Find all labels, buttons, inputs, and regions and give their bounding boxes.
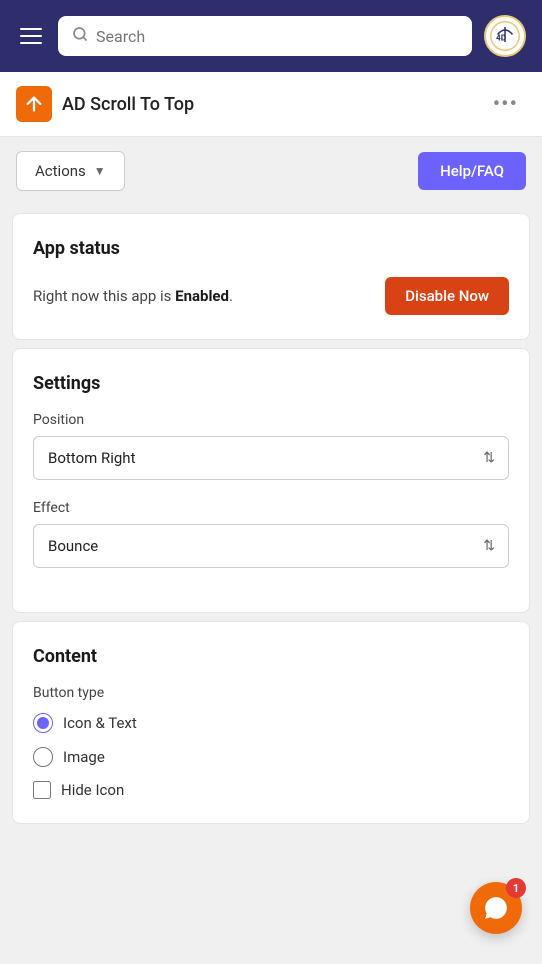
avatar[interactable]: 4D [484, 15, 526, 57]
hide-icon-checkbox[interactable] [33, 781, 51, 799]
content-card: Content Button type Icon & Text Image Hi… [12, 621, 530, 824]
app-title-text: AD Scroll To Top [62, 94, 194, 115]
status-row: Right now this app is Enabled. Disable N… [33, 277, 509, 315]
radio-icon-text-input[interactable] [33, 713, 53, 733]
radio-image[interactable]: Image [33, 747, 509, 767]
radio-icon-text-label: Icon & Text [63, 714, 137, 732]
header: 4D [0, 0, 542, 72]
position-select[interactable]: Bottom Right Bottom Left Top Right Top L… [33, 436, 509, 480]
effect-select[interactable]: Bounce Fade Slide None [33, 524, 509, 568]
chat-fab-button[interactable]: 1 [470, 882, 522, 934]
chevron-down-icon: ▼ [94, 164, 106, 178]
search-bar[interactable] [58, 16, 472, 56]
settings-title: Settings [33, 373, 509, 394]
radio-image-label: Image [63, 748, 105, 766]
status-text: Right now this app is Enabled. [33, 287, 233, 305]
app-title-bar: AD Scroll To Top ••• [0, 72, 542, 137]
position-label: Position [33, 412, 509, 428]
actions-button[interactable]: Actions ▼ [16, 151, 125, 191]
svg-text:4D: 4D [496, 34, 507, 44]
hamburger-button[interactable] [16, 24, 46, 48]
toolbar: Actions ▼ Help/FAQ [0, 137, 542, 205]
app-status-card: App status Right now this app is Enabled… [12, 213, 530, 340]
disable-now-button[interactable]: Disable Now [385, 277, 509, 315]
more-options-button[interactable]: ••• [485, 88, 526, 121]
radio-icon-text[interactable]: Icon & Text [33, 713, 509, 733]
hide-icon-checkbox-option[interactable]: Hide Icon [33, 781, 509, 799]
search-icon [72, 26, 88, 46]
effect-label: Effect [33, 500, 509, 516]
content-title: Content [33, 646, 509, 667]
hide-icon-label: Hide Icon [61, 781, 124, 799]
status-bold: Enabled [175, 287, 229, 305]
search-input[interactable] [96, 27, 458, 46]
status-suffix: . [229, 287, 233, 305]
position-select-wrap: Bottom Right Bottom Left Top Right Top L… [33, 436, 509, 480]
help-faq-button[interactable]: Help/FAQ [418, 152, 526, 190]
button-type-label: Button type [33, 685, 509, 701]
app-icon [16, 86, 52, 122]
app-title-left: AD Scroll To Top [16, 86, 194, 122]
radio-image-input[interactable] [33, 747, 53, 767]
chat-badge: 1 [506, 878, 526, 898]
actions-label: Actions [35, 162, 86, 180]
effect-select-wrap: Bounce Fade Slide None ⇅ [33, 524, 509, 568]
app-status-title: App status [33, 238, 509, 259]
settings-card: Settings Position Bottom Right Bottom Le… [12, 348, 530, 613]
status-prefix: Right now this app is [33, 287, 175, 305]
